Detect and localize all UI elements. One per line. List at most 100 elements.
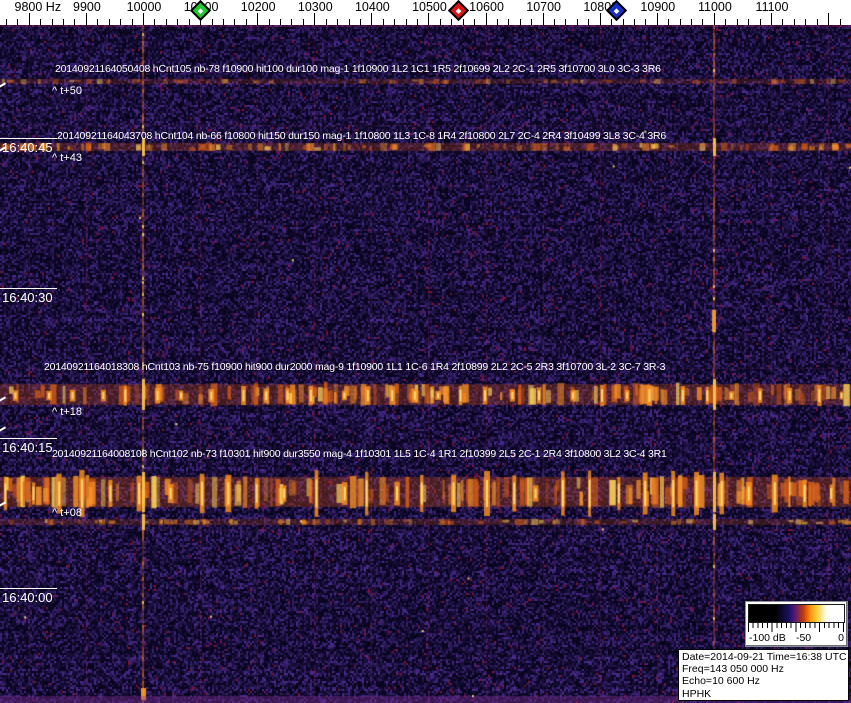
event-marker-label: ^ t+43	[52, 152, 82, 164]
ruler-tick	[600, 13, 601, 25]
ruler-tick-label: 10000	[126, 0, 162, 14]
info-echo: Echo=10 600 Hz	[682, 675, 760, 688]
ruler-tick	[840, 19, 841, 25]
ruler-tick	[63, 19, 64, 25]
ruler-tick	[212, 19, 213, 25]
ruler-tick	[52, 19, 53, 25]
time-label: 16:40:00	[2, 590, 53, 605]
ruler-tick	[394, 19, 395, 25]
ruler-tick	[17, 19, 18, 25]
ruler-tick	[565, 19, 566, 25]
marker-core	[614, 7, 620, 14]
ruler-tick-label: 9800 Hz	[14, 0, 62, 14]
event-marker-label: ^ t+50	[52, 85, 82, 97]
ruler-tick	[725, 19, 726, 25]
ruler-tick	[428, 13, 429, 25]
ruler-tick	[291, 19, 292, 25]
ruler-tick-label: 10900	[640, 0, 676, 14]
ruler-tick	[257, 13, 258, 25]
ruler-tick-label: 11100	[755, 0, 789, 14]
ruler-tick	[132, 19, 133, 25]
ruler-tick	[269, 19, 270, 25]
legend-label-min: -100 dB	[749, 632, 786, 644]
ruler-tick	[463, 19, 464, 25]
ruler-tick	[223, 19, 224, 25]
ruler-tick	[760, 19, 761, 25]
ruler-tick	[74, 19, 75, 25]
ruler-tick	[314, 13, 315, 25]
time-label: 16:40:30	[2, 290, 53, 305]
ruler-tick	[326, 19, 327, 25]
ruler-tick	[486, 13, 487, 25]
ruler-tick	[86, 13, 87, 25]
ruler-tick	[657, 13, 658, 25]
ruler-tick	[177, 19, 178, 25]
info-date-time: Date=2014-09-21 Time=16:38 UTC	[682, 651, 847, 663]
ruler-tick-label: 9900	[73, 0, 101, 14]
ruler-tick-label: 10700	[526, 0, 562, 14]
marker-core	[197, 7, 203, 14]
legend-tick-scale	[748, 623, 845, 632]
time-gridline	[0, 588, 57, 589]
ruler-tick	[771, 13, 772, 25]
ruler-tick	[6, 19, 7, 25]
ruler-tick	[588, 19, 589, 25]
info-station: HPHK	[682, 687, 712, 700]
ruler-tick	[246, 19, 247, 25]
ruler-tick	[109, 19, 110, 25]
legend-label-mid: -50	[795, 632, 812, 644]
ruler-tick	[817, 19, 818, 25]
ruler-tick-label: 10500	[412, 0, 447, 14]
marker-core	[455, 7, 462, 14]
time-label: 16:40:15	[2, 440, 53, 455]
time-label: 16:40:45	[2, 140, 53, 155]
legend-label-max: 0	[838, 632, 844, 644]
ruler-tick	[143, 13, 144, 25]
ruler-tick	[29, 13, 30, 25]
ruler-tick	[154, 19, 155, 25]
ruler-tick	[97, 19, 98, 25]
frequency-marker-red[interactable]	[448, 0, 470, 22]
time-gridline	[0, 438, 57, 439]
ruler-tick	[440, 19, 441, 25]
ruler-tick	[417, 19, 418, 25]
ruler-tick	[634, 19, 635, 25]
ruler-tick-label: 10600	[469, 0, 504, 14]
ruler-tick-label: 10300	[297, 0, 333, 14]
ruler-tick	[668, 19, 669, 25]
ruler-tick	[702, 19, 703, 25]
ruler-tick-label: 11000	[697, 0, 732, 14]
ruler-tick	[828, 13, 829, 25]
echo-annotation: 20140921164008108 hCnt102 nb-73 f10301 h…	[52, 448, 667, 460]
ruler-tick	[234, 19, 235, 25]
colormap-gradient	[748, 604, 845, 623]
ruler-tick	[349, 19, 350, 25]
time-gridline	[0, 288, 57, 289]
ruler-tick	[794, 19, 795, 25]
ruler-tick	[280, 19, 281, 25]
ruler-tick	[554, 19, 555, 25]
ruler-tick	[166, 19, 167, 25]
intensity-legend: -100 dB -50 0	[745, 601, 848, 647]
frequency-ruler[interactable]: 9800 Hz990010000101001020010300104001050…	[0, 0, 851, 25]
echo-annotation: 20140921164018308 hCnt103 nb-75 f10900 h…	[44, 361, 666, 373]
ruler-tick	[337, 19, 338, 25]
ruler-tick	[577, 19, 578, 25]
ruler-tick-label: 10200	[240, 0, 276, 14]
ruler-tick	[520, 19, 521, 25]
ruler-tick	[303, 19, 304, 25]
ruler-tick	[406, 19, 407, 25]
ruler-tick	[805, 19, 806, 25]
event-marker-label: ^ t+08	[52, 507, 82, 519]
event-marker-label: ^ t+18	[52, 406, 82, 418]
time-gridline	[0, 138, 57, 139]
ruler-tick	[531, 19, 532, 25]
ruler-tick	[691, 19, 692, 25]
ruler-tick	[451, 19, 452, 25]
ruler-tick	[543, 13, 544, 25]
info-box: Date=2014-09-21 Time=16:38 UTC Freq=143 …	[678, 649, 849, 701]
ruler-tick	[748, 19, 749, 25]
ruler-tick	[645, 19, 646, 25]
ruler-tick	[40, 19, 41, 25]
ruler-tick	[120, 19, 121, 25]
